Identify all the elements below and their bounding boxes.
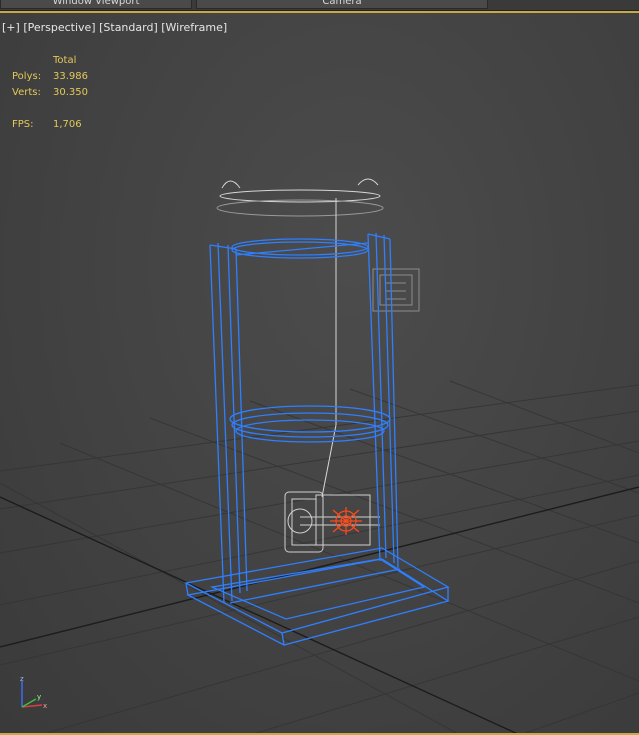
fps-value: 1,706 — [53, 119, 82, 130]
axis-y-label: y — [37, 693, 41, 701]
verts-value: 30.350 — [53, 87, 88, 98]
tab-window-viewport[interactable]: Window Viewport — [0, 0, 192, 9]
polys-value: 33.986 — [53, 71, 88, 82]
axis-z-label: z — [20, 675, 24, 683]
motor-highlight — [330, 507, 362, 535]
scene-canvas[interactable] — [0, 13, 639, 735]
viewport-plus-menu[interactable]: [+] — [2, 21, 20, 34]
viewport-view-menu[interactable]: [Perspective] — [23, 21, 95, 34]
perspective-viewport[interactable]: [+] [Perspective] [Standard] [Wireframe]… — [0, 11, 639, 735]
scene-statistics: Total Polys: 33.986 Verts: 30.350 FPS: 1,70… — [12, 53, 88, 133]
viewport-label-menu[interactable]: [+] [Perspective] [Standard] [Wireframe] — [2, 21, 227, 34]
axis-x-label: x — [43, 702, 47, 710]
viewport-mode-menu[interactable]: [Wireframe] — [161, 21, 227, 34]
stats-header: Total — [53, 55, 77, 66]
home-grid — [0, 380, 639, 735]
tab-camera[interactable]: Camera — [196, 0, 488, 9]
viewport-tab-strip: Window Viewport Camera — [0, 0, 639, 11]
verts-label: Verts: — [12, 87, 41, 98]
axis-tripod-icon: z x y — [20, 675, 47, 710]
viewport-shading-menu[interactable]: [Standard] — [99, 21, 158, 34]
fps-label: FPS: — [12, 119, 34, 130]
control-box-wireframe — [372, 268, 420, 312]
polys-label: Polys: — [12, 71, 42, 82]
frame-wireframe-selected — [184, 232, 450, 646]
